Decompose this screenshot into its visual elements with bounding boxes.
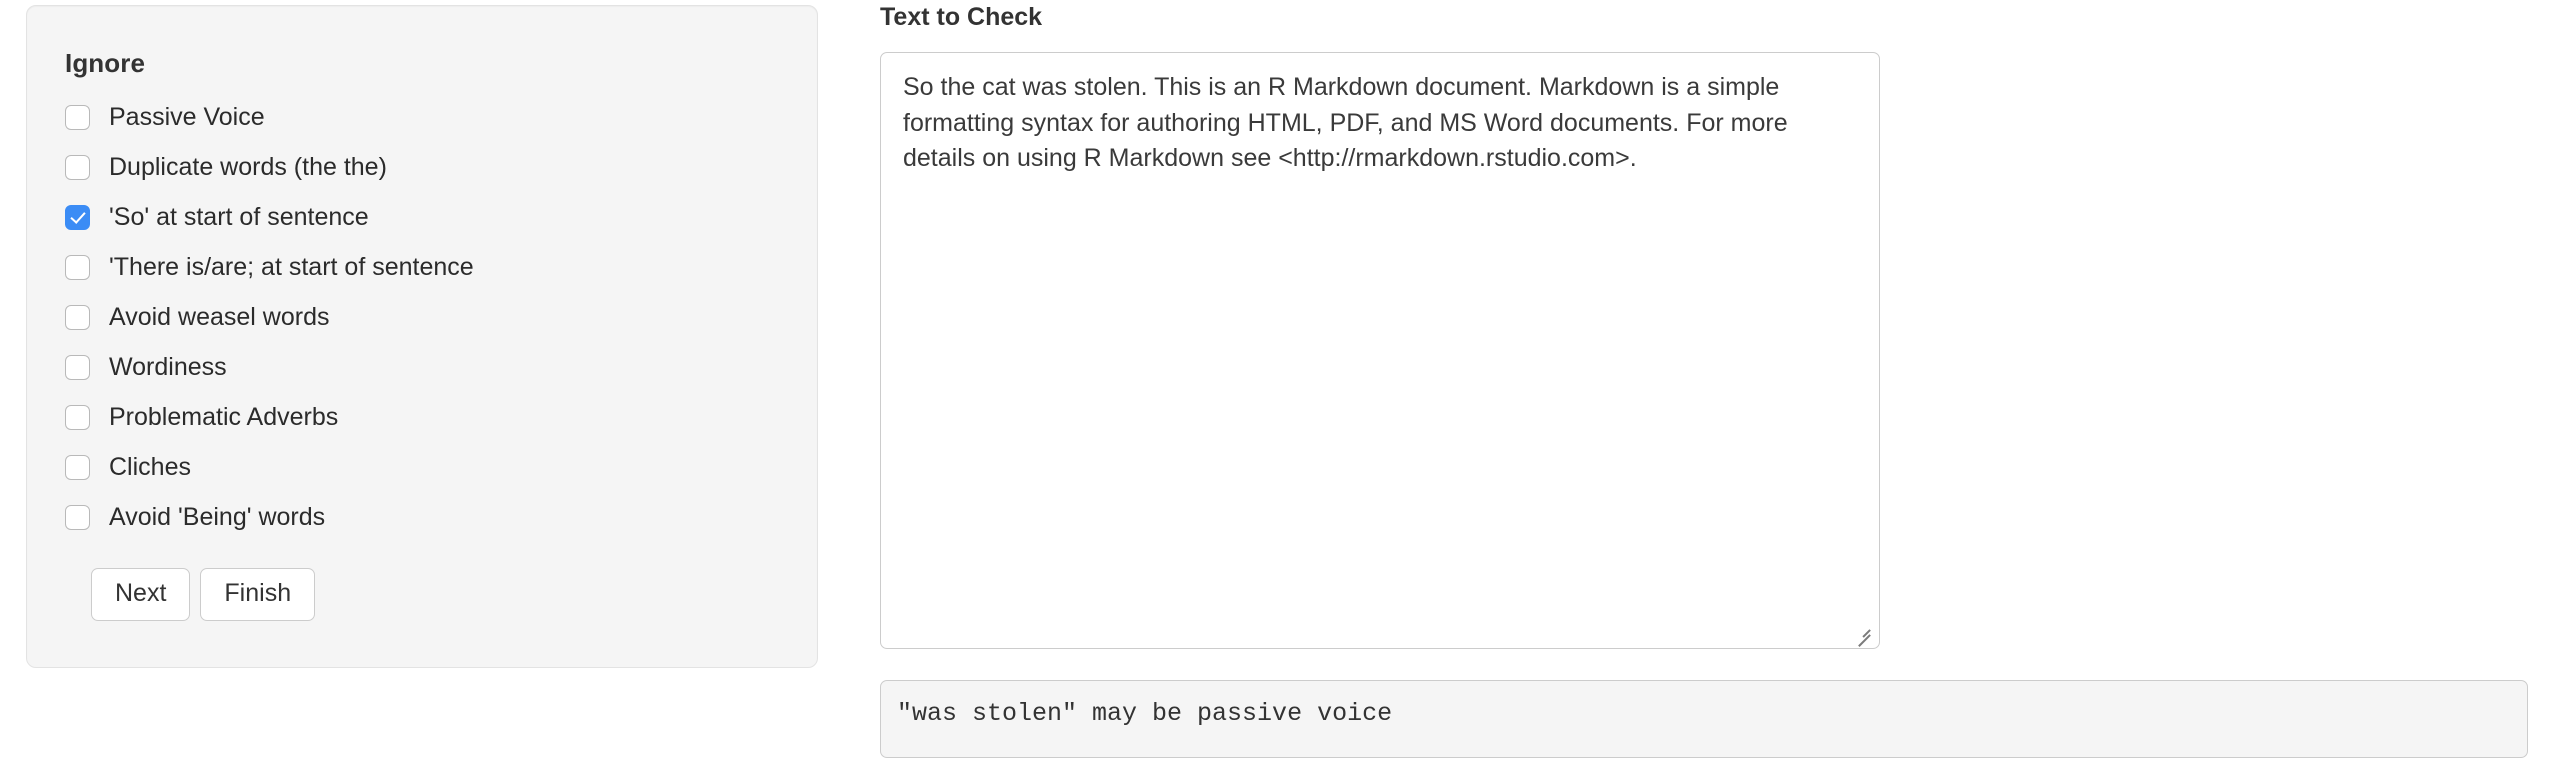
checkbox-label-so-at-start: 'So' at start of sentence bbox=[109, 202, 369, 231]
app-root: Ignore Passive Voice Duplicate words (th… bbox=[0, 0, 2554, 772]
checkbox-label-wordiness: Wordiness bbox=[109, 352, 227, 381]
checkbox-label-cliches: Cliches bbox=[109, 452, 191, 481]
ignore-checkbox-list: Passive Voice Duplicate words (the the) … bbox=[65, 92, 785, 542]
checkbox-icon-cliches[interactable] bbox=[65, 454, 90, 480]
checkbox-row-wordiness[interactable]: Wordiness bbox=[65, 342, 785, 392]
checkbox-icon-passive-voice[interactable] bbox=[65, 104, 90, 130]
main-panel: Text to Check So the cat was stolen. Thi… bbox=[880, 0, 2528, 772]
text-to-check-input[interactable]: So the cat was stolen. This is an R Mark… bbox=[880, 52, 1880, 649]
checkbox-row-passive-voice[interactable]: Passive Voice bbox=[65, 92, 785, 142]
checkbox-icon-so-at-start[interactable] bbox=[65, 204, 90, 230]
checkbox-label-there-is-are: 'There is/are; at start of sentence bbox=[109, 252, 474, 281]
checkbox-row-there-is-are[interactable]: 'There is/are; at start of sentence bbox=[65, 242, 785, 292]
next-button[interactable]: Next bbox=[91, 568, 191, 621]
checkbox-icon-being-words[interactable] bbox=[65, 504, 90, 530]
checkbox-icon-weasel-words[interactable] bbox=[65, 304, 90, 330]
checkbox-icon-problematic-adverbs[interactable] bbox=[65, 404, 90, 430]
checkbox-label-weasel-words: Avoid weasel words bbox=[109, 302, 330, 331]
panel-title: Ignore bbox=[65, 48, 146, 78]
action-button-row: Next Finish bbox=[91, 568, 316, 621]
finish-button[interactable]: Finish bbox=[200, 568, 316, 621]
checkbox-label-being-words: Avoid 'Being' words bbox=[109, 502, 326, 531]
checkbox-row-duplicate-words[interactable]: Duplicate words (the the) bbox=[65, 142, 785, 192]
checkbox-icon-there-is-are[interactable] bbox=[65, 254, 90, 280]
text-to-check-label: Text to Check bbox=[880, 3, 1043, 31]
checkbox-row-so-at-start[interactable]: 'So' at start of sentence bbox=[65, 192, 785, 242]
checkbox-icon-duplicate-words[interactable] bbox=[65, 154, 90, 180]
checkbox-icon-wordiness[interactable] bbox=[65, 354, 90, 380]
checkbox-label-passive-voice: Passive Voice bbox=[109, 102, 265, 131]
checkbox-row-being-words[interactable]: Avoid 'Being' words bbox=[65, 492, 785, 542]
checkbox-row-weasel-words[interactable]: Avoid weasel words bbox=[65, 292, 785, 342]
ignore-panel: Ignore Passive Voice Duplicate words (th… bbox=[26, 5, 818, 668]
checkbox-label-duplicate-words: Duplicate words (the the) bbox=[109, 152, 387, 181]
checkbox-row-problematic-adverbs[interactable]: Problematic Adverbs bbox=[65, 392, 785, 442]
check-result-output: "was stolen" may be passive voice bbox=[880, 680, 2528, 758]
checkbox-row-cliches[interactable]: Cliches bbox=[65, 442, 785, 492]
checkbox-label-problematic-adverbs: Problematic Adverbs bbox=[109, 402, 339, 431]
